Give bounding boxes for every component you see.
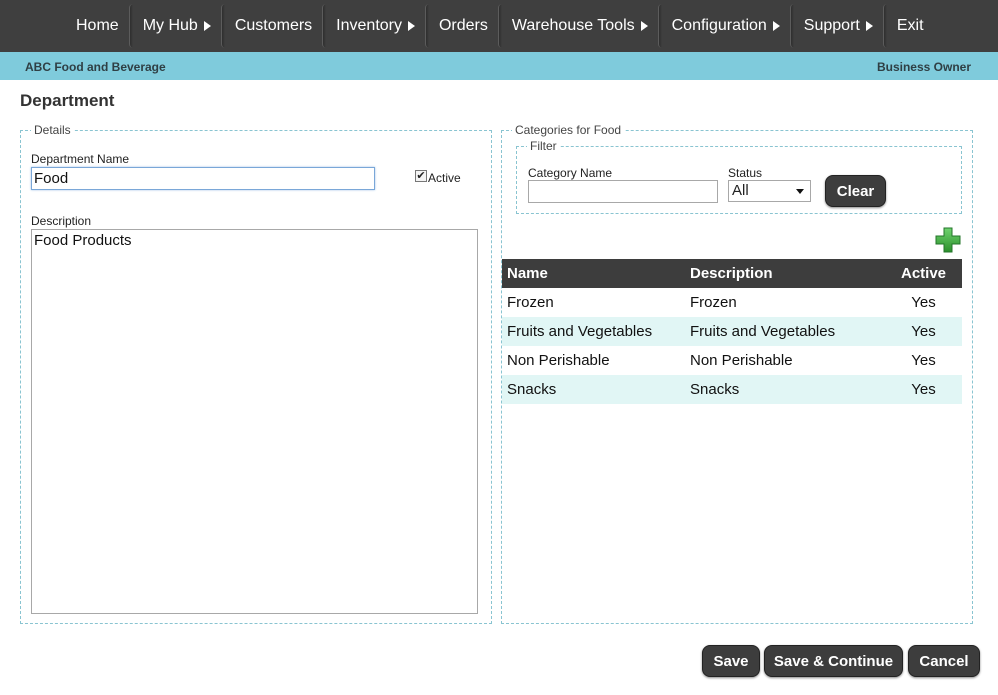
nav-item-orders[interactable]: Orders: [429, 0, 498, 52]
save-and-continue-button[interactable]: Save & Continue: [764, 645, 903, 677]
active-checkbox[interactable]: ✔: [415, 170, 427, 182]
nav-item-label: Home: [76, 17, 119, 34]
column-header-name[interactable]: Name: [502, 259, 685, 288]
caret-right-icon: [865, 21, 873, 31]
cell-description: Snacks: [685, 375, 885, 404]
table-row[interactable]: Fruits and Vegetables Fruits and Vegetabl…: [502, 317, 962, 346]
cell-name: Snacks: [502, 375, 685, 404]
nav-item-configuration[interactable]: Configuration: [662, 0, 790, 52]
page-title: Department: [20, 91, 115, 110]
table-row[interactable]: Snacks Snacks Yes: [502, 375, 962, 404]
cell-name: Frozen: [507, 294, 554, 311]
nav-item-exit[interactable]: Exit: [887, 0, 934, 52]
nav-item-warehouse-tools[interactable]: Warehouse Tools: [502, 0, 658, 52]
caret-right-icon: [772, 21, 780, 31]
nav-item-inventory[interactable]: Inventory: [326, 0, 425, 52]
nav-item-label: Orders: [438, 17, 488, 34]
top-nav: Home My Hub Customers Inventory Orders Wareho…: [0, 0, 998, 52]
cancel-button[interactable]: Cancel: [908, 645, 980, 677]
status-select-value: All: [732, 182, 749, 199]
nav-item-support[interactable]: Support: [794, 0, 883, 52]
caret-right-icon: [640, 21, 648, 31]
description-label: Description: [31, 214, 92, 228]
nav-item-label: Warehouse Tools: [511, 17, 635, 34]
cell-active: Yes: [885, 375, 962, 404]
nav-item-label: Support: [803, 17, 860, 34]
column-header-active[interactable]: Active: [885, 259, 962, 288]
save-button[interactable]: Save: [702, 645, 760, 677]
nav-item-home[interactable]: Home: [66, 0, 129, 52]
nav-item-label: Exit: [896, 17, 924, 34]
add-category-icon[interactable]: [935, 227, 961, 253]
caret-right-icon: [407, 21, 415, 31]
nav-item-my-hub[interactable]: My Hub: [133, 0, 221, 52]
active-label: Active: [428, 171, 461, 185]
user-role: Business Owner: [876, 60, 971, 74]
cell-active: Yes: [911, 294, 936, 311]
cell-active: Yes: [885, 317, 962, 346]
nav-item-label: Customers: [234, 17, 313, 34]
nav-item-customers[interactable]: Customers: [225, 0, 322, 52]
cell-description: Fruits and Vegetables: [685, 317, 885, 346]
caret-right-icon: [203, 21, 211, 31]
table-header-row: Name Description Active: [502, 259, 962, 288]
cell-active: Yes: [911, 352, 936, 369]
cell-description: Frozen: [690, 294, 737, 311]
company-name: ABC Food and Beverage: [25, 60, 166, 74]
cell-name: Non Perishable: [507, 352, 610, 369]
column-header-description[interactable]: Description: [685, 259, 885, 288]
nav-item-label: Inventory: [336, 17, 402, 34]
chevron-down-icon: [796, 189, 804, 194]
table-row[interactable]: Frozen Frozen Yes: [502, 288, 962, 317]
categories-legend: Categories for Food: [515, 123, 622, 137]
description-textarea[interactable]: Food Products: [31, 229, 478, 614]
category-name-label: Category Name: [528, 166, 613, 180]
details-legend: Details: [34, 123, 71, 137]
category-name-input[interactable]: [528, 180, 718, 203]
table-row[interactable]: Non Perishable Non Perishable Yes: [502, 346, 962, 375]
nav-item-label: Configuration: [671, 17, 767, 34]
nav-item-label: My Hub: [142, 17, 198, 34]
status-label: Status: [728, 166, 763, 180]
clear-button[interactable]: Clear: [825, 175, 886, 207]
filter-legend: Filter: [530, 139, 557, 153]
cell-name: Fruits and Vegetables: [502, 317, 685, 346]
cell-description: Non Perishable: [690, 352, 793, 369]
status-select[interactable]: All: [728, 180, 811, 202]
department-name-input[interactable]: [31, 167, 375, 190]
categories-table: Name Description Active Frozen Frozen Yes F…: [502, 259, 962, 404]
sub-header: ABC Food and Beverage Business Owner: [0, 52, 998, 80]
department-name-label: Department Name: [31, 152, 130, 166]
